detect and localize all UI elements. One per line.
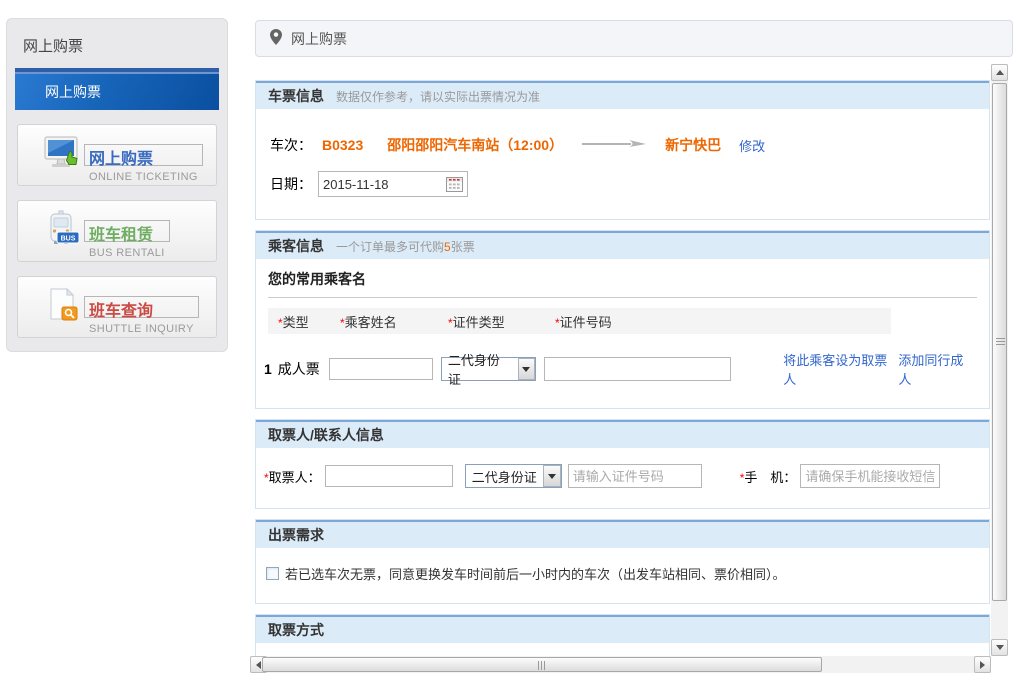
svg-text:BUS: BUS [61,235,76,242]
horizontal-scroll-thumb[interactable] [262,657,822,672]
scroll-down-button[interactable] [991,639,1008,656]
sidebar-item-text: 班车查询 SHUTTLE INQUIRY [84,296,199,318]
sidebar-item-bus-rental[interactable]: BUS 班车租赁 BUS RENTALI [17,200,217,262]
column-type: *类型 [278,312,340,331]
ticket-info-header: 车票信息 数据仅作参考，请以实际出票情况为准 [256,81,989,109]
section-title: 取票方式 [268,620,324,640]
section-ticketing-need: 出票需求 若已选车次无票，同意更换发车时间前后一小时内的车次（出发车站相同、票价… [255,519,990,604]
passenger-name-input[interactable] [329,358,433,380]
route-arrow-icon [581,137,647,153]
sidebar-active-item[interactable]: 网上购票 [15,68,219,110]
thumb-grip [996,338,1005,346]
thumb-grip [538,661,546,670]
document-search-icon [42,285,84,330]
train-row: 车次： B0323 邵阳邵阳汽车南站（12:00） 新宁快巴 修改 [270,135,989,155]
section-title: 出票需求 [268,525,324,545]
arrow-left-icon [256,661,261,669]
arrow-right-icon [980,661,985,669]
ticketing-need-header: 出票需求 [256,520,989,548]
item-label-cn: 网上购票 [89,145,198,169]
breadcrumb: 网上购票 [255,20,1013,57]
item-label-en: SHUTTLE INQUIRY [89,323,194,335]
sidebar-active-label[interactable]: 网上购票 [15,74,219,110]
computer-cursor-icon [42,133,84,178]
vertical-scrollbar[interactable] [991,64,1008,656]
sidebar-item-text: 班车租赁 BUS RENTALI [84,220,170,242]
set-as-collector-link[interactable]: 将此乘客设为取票人 [783,350,898,388]
train-label: 车次： [270,135,312,155]
select-value: 二代身份证 [466,467,543,486]
arrival-station: 新宁快巴 [665,135,721,155]
collector-name-input[interactable] [325,465,453,487]
ticket-type: 成人票 [278,359,329,379]
page: 网上购票 网上购票 网上购票 ONLI [0,0,1021,679]
bus-icon: BUS [42,209,84,254]
pickup-method-header: 取票方式 [256,615,989,643]
collector-label: *取票人： [264,467,321,486]
modify-link[interactable]: 修改 [739,136,765,155]
passenger-row: 1 成人票 二代身份证 将此乘客设为取票人 添加同行成人 [264,350,977,388]
section-ticket-info: 车票信息 数据仅作参考，请以实际出票情况为准 车次： B0323 邵阳邵阳汽车南… [255,80,990,220]
checkbox-label: 若已选车次无票，同意更换发车时间前后一小时内的车次（出发车站相同、票价相同）。 [285,564,786,583]
column-id-number: *证件号码 [555,312,755,331]
passenger-table-header: *类型 *乘客姓名 *证件类型 *证件号码 [268,308,891,334]
item-label-cn: 班车租赁 [89,221,165,245]
passenger-id-number-input[interactable] [544,357,731,381]
vertical-scroll-thumb[interactable] [992,83,1007,601]
column-name: *乘客姓名 [340,312,448,331]
scroll-right-button[interactable] [974,656,991,673]
chevron-down-icon[interactable] [518,358,536,380]
calendar-icon[interactable] [446,177,463,192]
train-number: B0323 [322,137,363,153]
departure-station: 邵阳邵阳汽车南站（12:00） [387,135,563,155]
frequent-passengers-title: 您的常用乘客名 [268,259,977,298]
chevron-down-icon[interactable] [543,465,561,487]
collector-id-type-select[interactable]: 二代身份证 [465,464,562,488]
section-title: 取票人/联系人信息 [268,425,384,445]
sidebar-item-shuttle-inquiry[interactable]: 班车查询 SHUTTLE INQUIRY [17,276,217,338]
date-row: 日期： [270,171,989,197]
arrow-up-icon [996,70,1004,75]
section-collector-info: 取票人/联系人信息 *取票人： 二代身份证 *手 机： [255,419,990,509]
section-subtitle: 数据仅作参考，请以实际出票情况为准 [336,88,540,105]
sidebar-item-online-ticketing[interactable]: 网上购票 ONLINE TICKETING [17,124,217,186]
alternative-bus-option: 若已选车次无票，同意更换发车时间前后一小时内的车次（出发车站相同、票价相同）。 [266,564,977,583]
alternative-bus-checkbox[interactable] [266,567,279,580]
column-id-type: *证件类型 [448,312,555,331]
item-label-cn: 班车查询 [89,297,194,321]
arrow-down-icon [996,645,1004,650]
location-pin-icon [270,29,282,48]
breadcrumb-label: 网上购票 [291,29,347,49]
sidebar: 网上购票 网上购票 网上购票 ONLI [6,18,228,352]
section-subtitle: 一个订单最多可代购5张票 [336,238,475,255]
section-title: 车票信息 [268,86,324,106]
select-value: 二代身份证 [442,350,518,388]
row-index: 1 [264,361,272,377]
passenger-id-type-select[interactable]: 二代身份证 [441,357,536,381]
passenger-info-header: 乘客信息 一个订单最多可代购5张票 [256,231,989,259]
sidebar-item-text: 网上购票 ONLINE TICKETING [84,144,203,166]
collector-row: *取票人： 二代身份证 *手 机： [264,464,977,488]
horizontal-scrollbar[interactable] [250,656,991,673]
sidebar-title: 网上购票 [7,19,227,68]
section-title: 乘客信息 [268,236,324,256]
item-label-en: BUS RENTALI [89,247,165,259]
item-label-en: ONLINE TICKETING [89,171,198,183]
phone-label: *手 机： [740,467,797,486]
collector-info-header: 取票人/联系人信息 [256,420,989,448]
collector-id-number-input[interactable] [568,464,702,488]
phone-input[interactable] [800,464,940,488]
date-label: 日期： [270,174,312,194]
main-content: 车票信息 数据仅作参考，请以实际出票情况为准 车次： B0323 邵阳邵阳汽车南… [255,64,990,656]
scroll-up-button[interactable] [991,64,1008,81]
date-field [318,171,468,197]
section-pickup-method: 取票方式 自主取票 建议开车前30分钟（节假日等高峰期建议提前一小时）到出发车站… [255,614,990,656]
section-passenger-info: 乘客信息 一个订单最多可代购5张票 您的常用乘客名 *类型 *乘客姓名 *证件类… [255,230,990,409]
add-adult-link[interactable]: 添加同行成人 [898,350,975,388]
